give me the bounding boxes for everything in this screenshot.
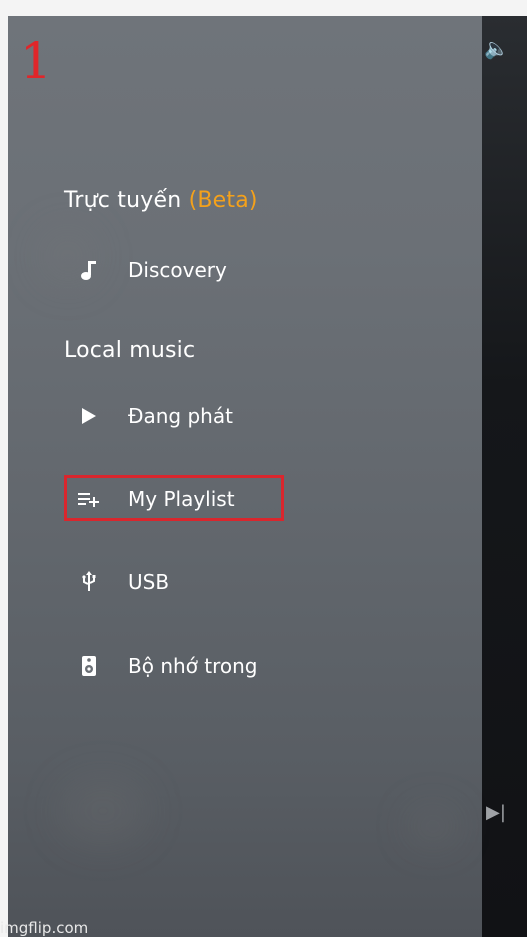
playlist-add-icon (64, 491, 114, 507)
section-local-label: Local music (64, 338, 196, 363)
drawer-item-discovery[interactable]: Discovery (64, 250, 227, 290)
drawer-item-my-playlist[interactable]: My Playlist (64, 479, 235, 519)
section-online-label: Trực tuyến (64, 188, 182, 213)
navigation-drawer: 1 Trực tuyến (Beta) Discovery Local musi… (8, 16, 482, 937)
step-number-annotation: 1 (20, 32, 52, 90)
drawer-item-internal-storage[interactable]: Bộ nhớ trong (64, 646, 258, 686)
section-online: Trực tuyến (Beta) (64, 188, 258, 213)
drawer-item-label: Discovery (128, 258, 227, 282)
background-player-panel (482, 16, 527, 937)
watermark: imgflip.com (0, 919, 89, 937)
usb-icon (64, 571, 114, 593)
section-local: Local music (64, 338, 195, 363)
music-note-icon (64, 259, 114, 281)
drawer-item-label: My Playlist (128, 487, 235, 511)
speaker-icon[interactable]: 🔈 (484, 36, 509, 60)
speaker-icon (64, 655, 114, 677)
play-icon (64, 408, 114, 424)
drawer-item-usb[interactable]: USB (64, 562, 169, 602)
drawer-item-label: Bộ nhớ trong (128, 654, 258, 678)
drawer-item-label: Đang phát (128, 404, 233, 428)
drawer-item-now-playing[interactable]: Đang phát (64, 396, 233, 436)
skip-next-icon[interactable]: ▶| (486, 802, 506, 823)
drawer-item-label: USB (128, 570, 170, 594)
beta-badge: (Beta) (188, 188, 258, 213)
app-screen: 🔈 ▶| 1 Trực tuyến (Beta) Discovery Local… (8, 16, 527, 937)
